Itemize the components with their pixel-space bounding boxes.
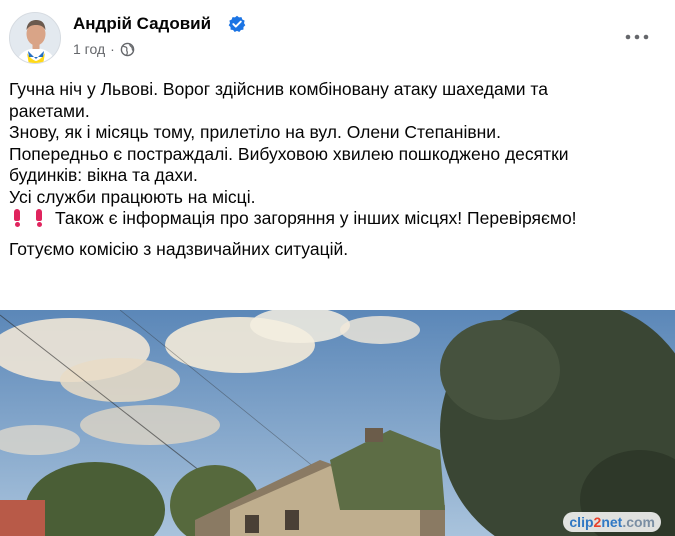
post-line: Знову, як і місяць тому, прилетіло на ву… xyxy=(9,122,501,142)
author-avatar[interactable] xyxy=(9,12,61,64)
exclamation-icon xyxy=(33,208,45,227)
post-timestamp[interactable]: 1 год xyxy=(73,41,105,57)
photo-image xyxy=(0,310,675,536)
watermark: clip2net.com xyxy=(563,512,661,532)
author-name[interactable]: Андрій Садовий xyxy=(73,14,211,34)
more-options-icon[interactable] xyxy=(621,26,653,48)
exclamation-icon xyxy=(11,208,23,227)
post-text: Гучна ніч у Львові. Ворог здійснив комбі… xyxy=(9,79,649,260)
alert-line: Також є інформація про загоряння у інших… xyxy=(9,208,649,230)
meta-separator: · xyxy=(110,41,115,57)
post-header: Андрій Садовий 1 год · xyxy=(0,0,675,72)
post-line: Гучна ніч у Львові. Ворог здійснив комбі… xyxy=(9,79,548,121)
alert-text: Також є інформація про загоряння у інших… xyxy=(55,208,577,228)
post-meta: 1 год · xyxy=(73,41,135,57)
post-line: Усі служби працюють на місці. xyxy=(9,186,256,207)
post-line: Готуємо комісію з надзвичайних ситуацій. xyxy=(9,238,349,259)
verified-badge-icon xyxy=(228,15,246,33)
post-photo[interactable]: clip2net.com xyxy=(0,310,675,536)
globe-icon[interactable] xyxy=(120,42,135,57)
avatar-photo xyxy=(10,13,60,63)
post-line: Попередньо є постраждалі. Вибуховою хвил… xyxy=(9,143,569,186)
